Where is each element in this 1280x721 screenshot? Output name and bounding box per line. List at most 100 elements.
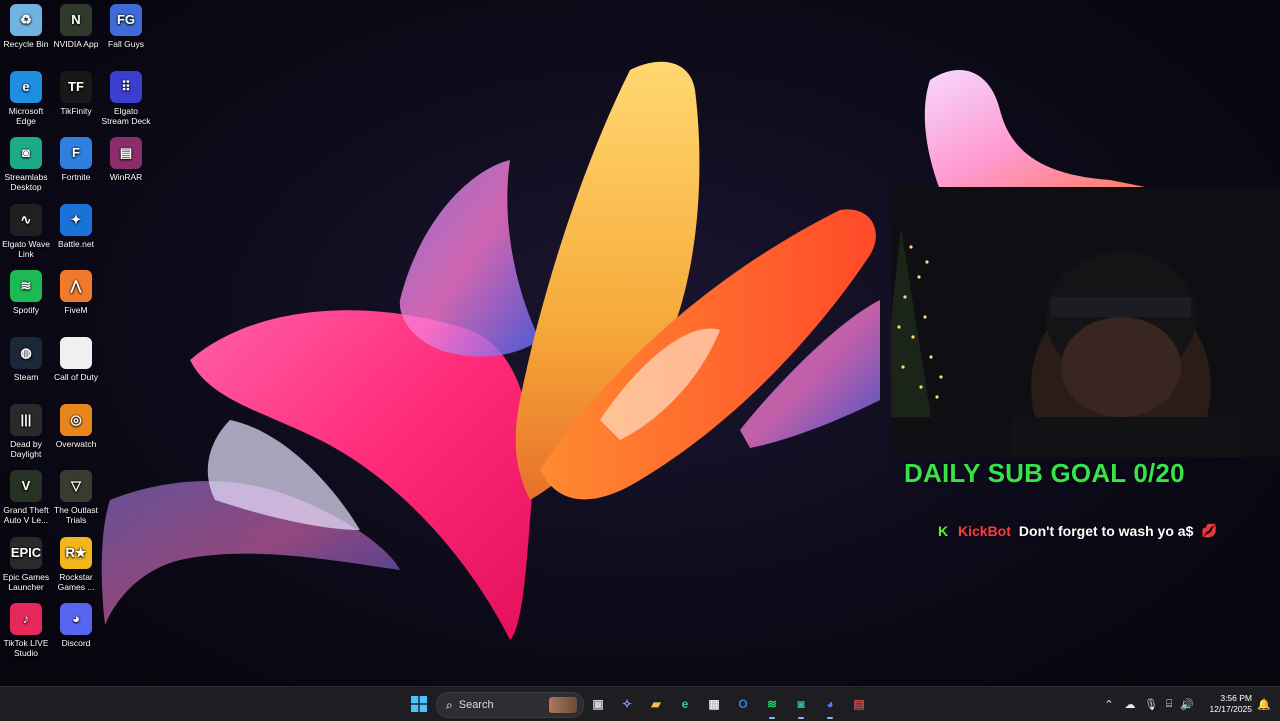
taskbar-task-view-button[interactable]: ▣ [586,692,610,716]
fall-guys-icon: FG [110,4,142,36]
microsoft-store-icon: ▦ [708,697,720,711]
desktop-icon-streamlabs[interactable]: ◙ Streamlabs Desktop [0,133,52,192]
discord-icon: ◕ [826,697,834,711]
desktop-icon-label: Recycle Bin [3,39,49,49]
taskbar-spotify-button[interactable]: ≋ [760,692,784,719]
file-explorer-icon: ▰ [651,697,661,711]
running-indicator [769,717,775,719]
desktop-icon-tiktok[interactable]: ♪ TikTok LIVE Studio [0,599,52,658]
steam-icon: ◍ [10,337,42,369]
taskbar-edge-button[interactable]: e [673,692,697,716]
show-hidden-icons-chevron-icon[interactable]: ⌃ [1101,696,1117,712]
desktop-icon-label: Discord [61,638,91,649]
desktop-icon-label: Elgato Stream Deck [101,105,151,126]
desktop-icon-battlenet[interactable]: ✦ Battle.net [50,200,102,249]
spotify-icon: ≋ [10,270,42,303]
rockstar-icon: R★ [60,536,92,569]
desktop-icon-label: Rockstar Games ... [57,571,95,592]
kick-icon: K [937,523,949,539]
task-view-icon: ▣ [592,697,604,711]
desktop-icon-label: Steam [13,372,39,382]
desktop-icon-label: Streamlabs Desktop [4,172,48,193]
desktop-icon-label: Fall Guys [108,39,144,49]
overwatch-icon: ◎ [60,403,92,436]
desktop-icon-dead-by-daylight[interactable]: ||| Dead by Daylight [0,400,52,459]
desktop-icon-edge[interactable]: e Microsoft Edge [0,67,52,126]
desktop-icon-tikfinity[interactable]: TF TikFinity [50,67,102,116]
desktop-icon-gta[interactable]: V Grand Theft Auto V Le... [0,466,52,525]
taskbar-copilot-button[interactable]: ✧ [615,692,639,716]
winrar-icon: ▤ [110,137,142,170]
desktop-icon-label: Epic Games Launcher [2,571,50,592]
webcam-overlay [891,187,1280,457]
clock-date: 12/17/2025 [1209,704,1252,714]
winrar-icon: ▤ [853,697,865,711]
taskbar-winrar-button[interactable]: ▤ [847,692,871,716]
outlast-icon: ▽ [60,470,92,503]
desktop-icon-nvidia[interactable]: N NVIDIA App [50,0,102,49]
start-button[interactable] [407,692,431,716]
taskbar-outlook-button[interactable]: O [731,692,755,716]
desktop-icon-label: Overwatch [55,438,97,449]
streamlabs-icon: ◙ [797,697,805,711]
chat-message: K KickBot Don't forget to wash yo a$ 💋 [936,520,1218,542]
desktop-icon-steam[interactable]: ◍ Steam [0,333,52,382]
battlenet-icon: ✦ [60,203,92,236]
windows-logo-icon [411,696,427,712]
clock[interactable]: 3:56 PM 12/17/2025 [1209,693,1252,715]
desktop-icon-label: TikTok LIVE Studio [3,638,49,659]
clock-time: 3:56 PM [1220,693,1252,703]
desktop-icon-label: NVIDIA App [53,39,99,49]
desktop-icon-discord[interactable]: ◕ Discord [50,599,102,648]
tikfinity-icon: TF [60,70,92,103]
taskbar-microsoft-store-button[interactable]: ▦ [702,692,726,716]
running-indicator [798,717,804,719]
wave-link-icon: ∿ [10,203,42,236]
desktop-icon-label: Dead by Daylight [10,438,42,459]
desktop-icon-wave-link[interactable]: ∿ Elgato Wave Link [0,200,52,259]
desktop-icon-spotify[interactable]: ≋ Spotify [0,266,52,315]
desktop-icon-fivem[interactable]: ⋀ FiveM [50,266,102,315]
dead-by-daylight-icon: ||| [10,403,42,436]
desktop-icon-fortnite[interactable]: F Fortnite [50,133,102,182]
desktop-icon-label: The Outlast Trials [54,505,98,526]
search-icon: ⌕ [446,697,453,712]
recycle-bin-icon: ♻ [10,4,42,36]
desktop-icon-outlast[interactable]: ▽ The Outlast Trials [50,466,102,525]
edge-icon: e [10,70,42,103]
notification-bell-icon[interactable]: 🔔 [1256,696,1272,712]
desktop-icon-winrar[interactable]: ▤ WinRAR [100,133,152,182]
desktop-icon-label: TikFinity [60,105,92,116]
taskbar-streamlabs-button[interactable]: ◙ [789,692,813,719]
search-placeholder: Search [458,699,494,711]
webcam-scene [891,187,1280,457]
search-highlight-image [549,697,577,713]
onedrive-cloud-icon[interactable]: ☁ [1122,696,1138,712]
chat-text: Don't forget to wash yo a$ [1018,523,1194,539]
taskbar-file-explorer-button[interactable]: ▰ [644,692,668,716]
desktop-icon-recycle-bin[interactable]: ♻ Recycle Bin [0,0,52,49]
chat-username: KickBot [958,523,1011,539]
fivem-icon: ⋀ [60,270,92,303]
volume-icon[interactable]: 🔊 [1179,696,1195,712]
desktop-icon-label: WinRAR [109,172,143,183]
spotify-icon: ≋ [766,697,778,711]
fortnite-icon: F [60,137,92,170]
tiktok-icon: ♪ [10,603,42,636]
microphone-icon[interactable]: 🎙 [1143,696,1159,712]
taskbar-search-box[interactable]: ⌕ Search [436,692,584,718]
desktop-icon-fall-guys[interactable]: FG Fall Guys [100,0,152,49]
desktop-icon-label: Spotify [13,305,39,316]
desktop-icon-rockstar[interactable]: R★ Rockstar Games ... [50,533,102,592]
desktop-icon-epic-games[interactable]: EPIC Epic Games Launcher [0,533,52,592]
outlook-icon: O [738,697,748,711]
desktop-icon-label: Grand Theft Auto V Le... [3,505,49,526]
taskbar-discord-button[interactable]: ◕ [818,692,842,719]
network-icon[interactable]: ⌸ [1161,696,1177,712]
copilot-icon: ✧ [621,697,633,711]
desktop-icon-file[interactable]: Call of Duty [50,333,102,382]
desktop-icon-stream-deck[interactable]: ⠿ Elgato Stream Deck [100,67,152,126]
gta-icon: V [10,470,42,503]
nvidia-icon: N [60,4,92,36]
desktop-icon-overwatch[interactable]: ◎ Overwatch [50,400,102,449]
